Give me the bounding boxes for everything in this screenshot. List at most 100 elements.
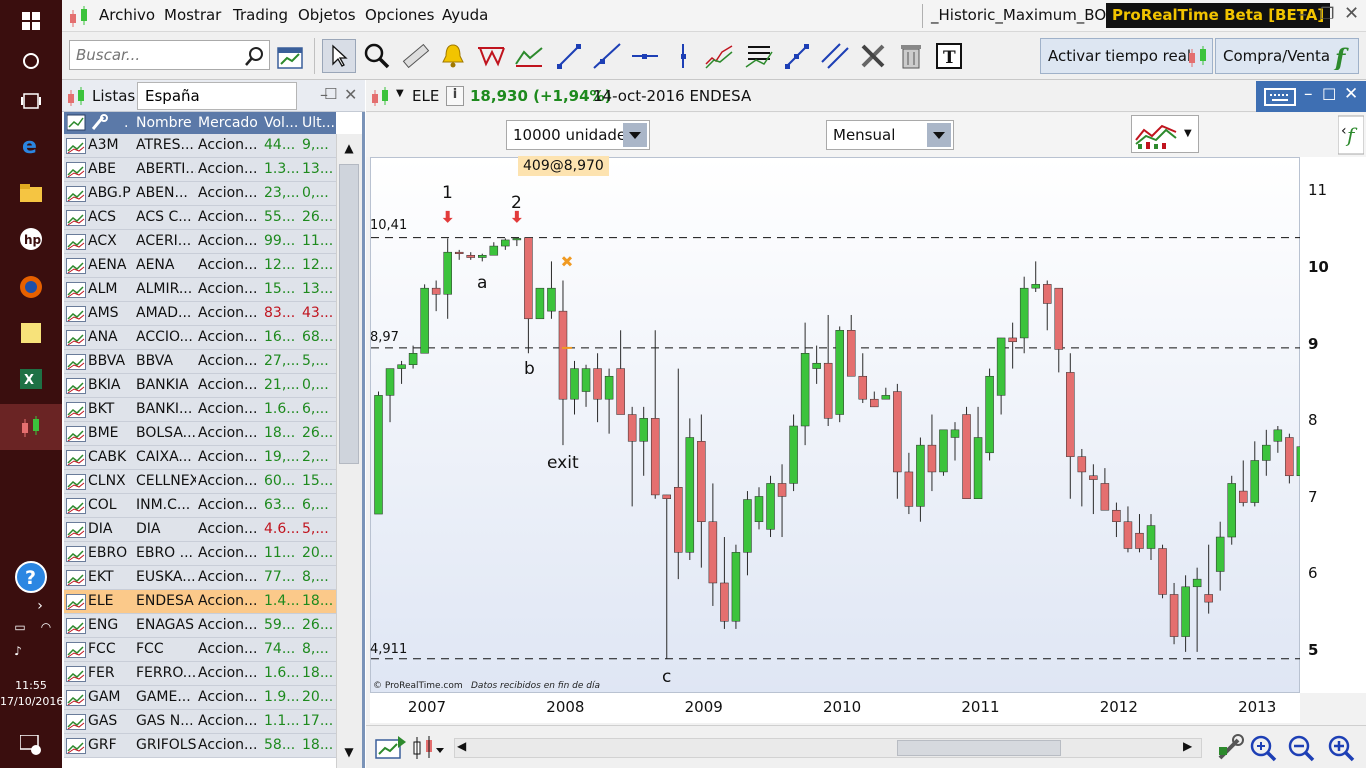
table-row[interactable]: ANA ACCIO... Accion... 16... 68... bbox=[64, 326, 336, 350]
hp-icon[interactable]: hp bbox=[12, 220, 50, 258]
column-header-sort[interactable]: . bbox=[124, 115, 134, 131]
trendline-tool-icon[interactable] bbox=[552, 39, 586, 73]
mini-chart-icon[interactable] bbox=[66, 330, 86, 346]
task-view-icon[interactable] bbox=[12, 82, 50, 120]
notifications-icon[interactable] bbox=[12, 726, 50, 764]
system-clock[interactable]: 11:55 17/10/2016 bbox=[0, 678, 63, 710]
info-icon[interactable]: i bbox=[446, 86, 464, 106]
mini-chart-icon[interactable] bbox=[66, 498, 86, 514]
table-row[interactable]: DIA DIA Accion... 4.6... 5,... bbox=[64, 518, 336, 542]
table-row[interactable]: ALM ALMIR... Accion... 15... 13... bbox=[64, 278, 336, 302]
period-select[interactable]: Mensual bbox=[826, 120, 954, 150]
exit-marker[interactable] bbox=[561, 256, 573, 267]
table-row[interactable]: CLNX CELLNEX Accion... 60... 15... bbox=[64, 470, 336, 494]
minimize-icon[interactable]: – bbox=[1298, 4, 1307, 25]
scrollbar-thumb[interactable] bbox=[339, 164, 359, 464]
keyboard-icon[interactable] bbox=[1264, 87, 1296, 107]
search-input[interactable] bbox=[70, 41, 238, 69]
chart-type-dropdown-icon[interactable]: ▼ bbox=[1184, 128, 1192, 139]
table-row[interactable]: GAM GAME... Accion... 1.9... 20... bbox=[64, 686, 336, 710]
tools-icon[interactable] bbox=[856, 39, 890, 73]
ruler-tool-icon[interactable] bbox=[398, 39, 432, 73]
text-tool-icon[interactable]: T bbox=[932, 39, 966, 73]
table-row[interactable]: CABK CAIXA... Accion... 19,... 2,... bbox=[64, 446, 336, 470]
scroll-up-icon[interactable]: ▲ bbox=[339, 138, 359, 158]
menu-opciones[interactable]: Opciones bbox=[365, 6, 434, 24]
auto-zoom-icon[interactable] bbox=[1248, 733, 1278, 763]
edge-browser-icon[interactable]: e bbox=[12, 126, 50, 164]
help-icon[interactable]: ? bbox=[12, 558, 50, 596]
table-row[interactable]: FER FERRO... Accion... 1.6... 18... bbox=[64, 662, 336, 686]
mini-chart-icon[interactable] bbox=[66, 690, 86, 706]
column-header-volume[interactable]: Vol... bbox=[264, 115, 300, 131]
table-row[interactable]: GRF GRIFOLS Accion... 58... 18... bbox=[64, 734, 336, 758]
parallel-lines-icon[interactable] bbox=[818, 39, 852, 73]
table-row[interactable]: BKIA BANKIA Accion... 21,... 0,... bbox=[64, 374, 336, 398]
wifi-icon[interactable]: ◠ bbox=[34, 616, 58, 638]
mini-chart-icon[interactable] bbox=[66, 258, 86, 274]
table-row[interactable]: ELE ENDESA Accion... 1.4... 18... bbox=[64, 590, 336, 614]
realtime-button[interactable]: Activar tiempo real bbox=[1040, 38, 1213, 74]
list-selector[interactable]: España bbox=[137, 82, 297, 110]
mini-chart-icon[interactable] bbox=[66, 426, 86, 442]
menu-ayuda[interactable]: Ayuda bbox=[442, 6, 488, 24]
search-icon[interactable] bbox=[244, 45, 266, 67]
alert-bell-icon[interactable] bbox=[436, 39, 470, 73]
table-row[interactable]: ACX ACERI... Accion... 99... 11... bbox=[64, 230, 336, 254]
panel-restore-icon[interactable]: ☐ bbox=[324, 85, 337, 103]
menu-archivo[interactable]: Archivo bbox=[99, 6, 155, 24]
table-row[interactable]: ACS ACS C... Accion... 55... 26... bbox=[64, 206, 336, 230]
table-row[interactable]: GAS GAS N... Accion... 1.1... 17... bbox=[64, 710, 336, 734]
table-row[interactable]: AMS AMAD... Accion... 83... 43... bbox=[64, 302, 336, 326]
menu-trading[interactable]: Trading bbox=[233, 6, 288, 24]
chart-type-button[interactable]: ▼ bbox=[1131, 115, 1199, 153]
hscroll-thumb[interactable] bbox=[897, 740, 1061, 756]
excel-icon[interactable]: X bbox=[12, 360, 50, 398]
mini-chart-icon[interactable] bbox=[66, 450, 86, 466]
column-header-last[interactable]: Ult... bbox=[302, 115, 336, 131]
battery-icon[interactable]: ▭ bbox=[6, 616, 34, 638]
mini-chart-icon[interactable] bbox=[66, 162, 86, 178]
table-row[interactable]: BME BOLSA... Accion... 18... 26... bbox=[64, 422, 336, 446]
side-panel-toggle-icon[interactable]: ‹ f bbox=[1338, 115, 1364, 155]
table-row[interactable]: ABG.P ABEN... Accion... 23,... 0,... bbox=[64, 182, 336, 206]
zoom-in-icon[interactable] bbox=[1326, 733, 1356, 763]
mini-chart-icon[interactable] bbox=[66, 666, 86, 682]
signal-arrow-1[interactable] bbox=[442, 210, 453, 223]
column-header-name[interactable]: Nombre bbox=[136, 115, 196, 131]
fibonacci-fan-icon[interactable] bbox=[702, 39, 736, 73]
restore-icon[interactable]: ❐ bbox=[1320, 4, 1334, 23]
mini-chart-icon[interactable] bbox=[66, 714, 86, 730]
mini-chart-icon[interactable] bbox=[66, 474, 86, 490]
table-row[interactable]: A3M ATRES... Accion... 44... 9,... bbox=[64, 134, 336, 158]
chart-maximize-icon[interactable]: ☐ bbox=[1322, 85, 1336, 104]
chart-horizontal-scrollbar[interactable]: ◀ ▶ bbox=[454, 738, 1202, 758]
table-row[interactable]: ENG ENAGAS Accion... 59... 26... bbox=[64, 614, 336, 638]
units-select[interactable]: 10000 unidades bbox=[506, 120, 650, 150]
cortana-search-icon[interactable] bbox=[12, 42, 50, 80]
mini-chart-icon[interactable] bbox=[66, 594, 86, 610]
menu-mostrar[interactable]: Mostrar bbox=[164, 6, 221, 24]
sticky-notes-icon[interactable] bbox=[12, 314, 50, 352]
mini-chart-icon[interactable] bbox=[66, 570, 86, 586]
scroll-down-icon[interactable]: ▼ bbox=[339, 742, 359, 762]
chart-close-icon[interactable]: ✕ bbox=[1344, 84, 1358, 104]
table-row[interactable]: FCC FCC Accion... 74... 8,... bbox=[64, 638, 336, 662]
table-row[interactable]: EKT EUSKA... Accion... 77... 8,... bbox=[64, 566, 336, 590]
prorealtime-taskbar-item[interactable] bbox=[0, 404, 62, 450]
close-icon[interactable]: ✕ bbox=[1344, 3, 1359, 24]
zoom-out-icon[interactable] bbox=[1286, 733, 1316, 763]
menu-objetos[interactable]: Objetos bbox=[298, 6, 356, 24]
mini-chart-icon[interactable] bbox=[66, 642, 86, 658]
new-chart-icon[interactable] bbox=[274, 39, 308, 73]
price-chart[interactable]: 1 2 a b exit c 10,41 8,97 4,911 © ProRea… bbox=[370, 157, 1306, 693]
pointer-tool-icon[interactable] bbox=[322, 39, 356, 73]
table-row[interactable]: ABE ABERTI... Accion... 1.3... 13... bbox=[64, 158, 336, 182]
chart-minimize-icon[interactable]: – bbox=[1304, 84, 1313, 104]
mini-chart-icon[interactable] bbox=[66, 138, 86, 154]
mini-chart-icon[interactable] bbox=[66, 378, 86, 394]
column-header-market[interactable]: Mercado bbox=[198, 115, 262, 131]
add-indicator-icon[interactable] bbox=[374, 734, 408, 762]
firefox-icon[interactable] bbox=[12, 268, 50, 306]
volume-icon[interactable]: ♪ bbox=[6, 640, 30, 662]
